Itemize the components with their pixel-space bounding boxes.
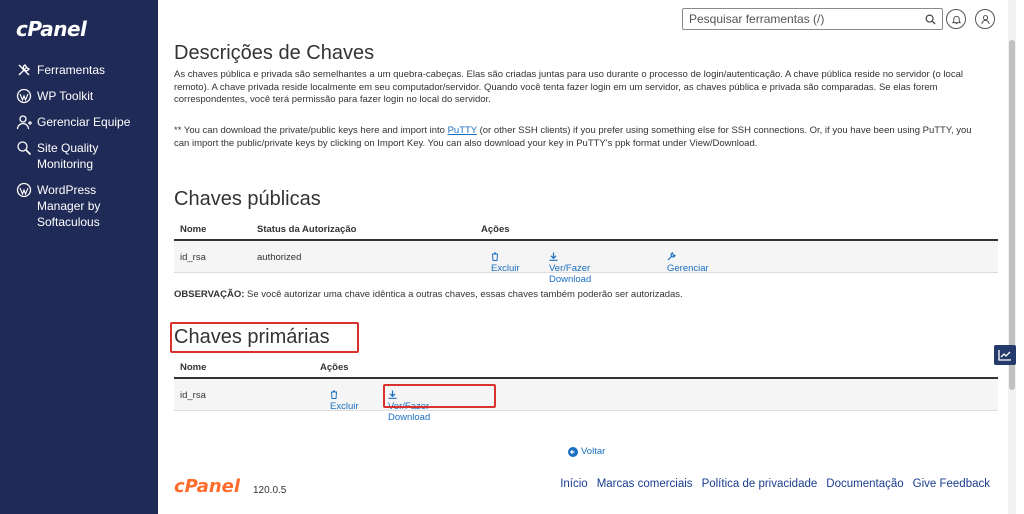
wordpress-icon (16, 88, 32, 104)
stats-button[interactable] (994, 345, 1016, 365)
sidebar-item-site-quality-monitoring[interactable]: Site Quality Monitoring (0, 140, 158, 172)
download-highlight (383, 384, 496, 408)
sidebar-item-label: Ferramentas (37, 63, 106, 77)
col-actions: Ações (481, 224, 510, 235)
table-header: Nome Status da Autorização Ações (174, 215, 998, 241)
search-gear-icon (17, 141, 32, 156)
version-label: 120.0.5 (253, 485, 287, 496)
download-public-key-button[interactable]: Ver/Fazer Download (549, 252, 591, 285)
private-keys-table: Nome Ações id_rsa Excluir Ver/Fazer Down… (174, 353, 998, 423)
wrench-icon (667, 252, 676, 261)
sidebar-item-wp-toolkit[interactable]: WP Toolkit (0, 88, 158, 104)
authorization-note: OBSERVAÇÃO: Se você autorizar uma chave … (174, 289, 683, 300)
delete-private-key-button[interactable]: Excluir (330, 390, 359, 412)
manage-public-key-button[interactable]: Gerenciar (667, 252, 709, 274)
sidebar: cPanel Ferramentas WP Toolkit Gerenciar … (0, 0, 158, 514)
wordpress-icon (16, 182, 32, 198)
col-name: Nome (180, 224, 207, 235)
manage-label: Gerenciar (667, 263, 709, 274)
page-title: Descrições de Chaves (174, 42, 375, 64)
search-placeholder: Pesquisar ferramentas (/) (689, 12, 825, 26)
arrow-left-circle-icon (568, 446, 578, 457)
footer-links: Início Marcas comerciais Política de pri… (560, 478, 990, 490)
back-label: Voltar (581, 446, 606, 457)
main-content: Pesquisar ferramentas (/) Descrições de … (158, 0, 1016, 514)
user-icon (980, 14, 990, 24)
sidebar-item-wordpress-manager[interactable]: WordPress Manager by Softaculous (0, 182, 158, 230)
page-description: As chaves pública e privada são semelhan… (174, 69, 963, 105)
footer-cpanel-logo: cPanel (174, 476, 241, 497)
top-bar: Pesquisar ferramentas (/) (158, 0, 1016, 40)
footer-link-docs[interactable]: Documentação (826, 478, 903, 490)
delete-label: Excluir (330, 401, 359, 412)
sidebar-item-label: Gerenciar Equipe (37, 115, 131, 129)
putty-link[interactable]: PuTTY (448, 125, 477, 136)
sidebar-item-ferramentas[interactable]: Ferramentas (0, 62, 158, 78)
sidebar-item-label: WordPress Manager by Softaculous (37, 183, 101, 229)
sidebar-item-gerenciar-equipe[interactable]: Gerenciar Equipe (0, 114, 158, 130)
scrollbar-thumb[interactable] (1009, 40, 1015, 390)
search-icon (925, 14, 936, 25)
note-prefix: ** You can download the private/public k… (174, 125, 448, 136)
public-keys-title: Chaves públicas (174, 188, 321, 210)
user-menu-button[interactable] (975, 9, 995, 29)
footer-link-feedback[interactable]: Give Feedback (913, 478, 990, 490)
trash-icon (331, 390, 337, 399)
col-name: Nome (180, 362, 207, 373)
delete-label: Excluir (491, 263, 520, 274)
trash-icon (492, 252, 498, 261)
sidebar-nav: Ferramentas WP Toolkit Gerenciar Equipe … (0, 62, 158, 240)
notifications-button[interactable] (946, 9, 966, 29)
footer-link-privacy[interactable]: Política de privacidade (702, 478, 818, 490)
footer-link-trademarks[interactable]: Marcas comerciais (597, 478, 693, 490)
footer-link-inicio[interactable]: Início (560, 478, 588, 490)
tools-icon (18, 64, 30, 76)
page-note: ** You can download the private/public k… (174, 125, 986, 150)
sidebar-item-label: WP Toolkit (37, 89, 94, 103)
cpanel-logo[interactable]: cPanel (16, 17, 87, 41)
search-input[interactable]: Pesquisar ferramentas (/) (682, 8, 943, 30)
chart-icon (998, 350, 1011, 361)
download-icon (549, 252, 558, 261)
key-name: id_rsa (180, 252, 206, 263)
back-link[interactable]: Voltar (568, 446, 605, 457)
note-label: OBSERVAÇÃO: (174, 289, 245, 300)
key-status: authorized (257, 252, 302, 263)
public-keys-table: Nome Status da Autorização Ações id_rsa … (174, 215, 998, 285)
table-header: Nome Ações (174, 353, 998, 379)
download-label: Ver/Fazer Download (549, 263, 592, 285)
private-keys-title: Chaves primárias (174, 326, 330, 348)
vertical-scrollbar[interactable] (1008, 0, 1016, 514)
table-row: id_rsa Excluir Ver/Fazer Download (174, 379, 998, 423)
key-name: id_rsa (180, 390, 206, 401)
table-row: id_rsa authorized Excluir Ver/Fazer Down… (174, 241, 998, 285)
note-text: Se você autorizar uma chave idêntica a o… (244, 289, 683, 300)
sidebar-item-label: Site Quality Monitoring (37, 141, 99, 171)
col-actions: Ações (320, 362, 349, 373)
delete-public-key-button[interactable]: Excluir (491, 252, 520, 274)
team-icon (16, 115, 32, 130)
bell-icon (951, 15, 961, 24)
col-status: Status da Autorização (257, 224, 357, 235)
